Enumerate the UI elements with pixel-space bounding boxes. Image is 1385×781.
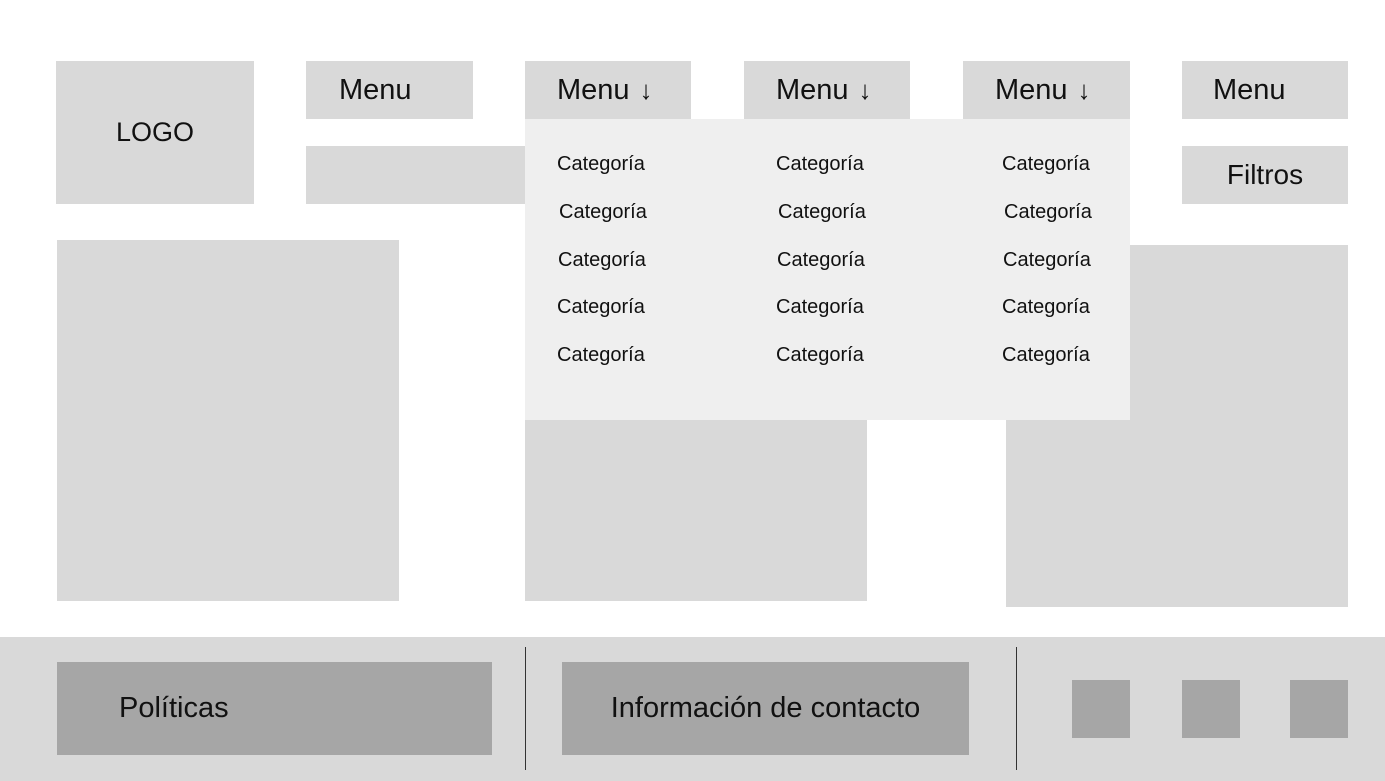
dropdown-category[interactable]: Categoría <box>558 249 646 272</box>
social-icon-2[interactable] <box>1182 680 1240 738</box>
menu-item-label: Menu <box>339 73 412 106</box>
menu-item-label: Menu <box>776 73 849 106</box>
content-image-center <box>525 410 867 601</box>
dropdown-category[interactable]: Categoría <box>1002 296 1090 319</box>
contact-info-link[interactable]: Información de contacto <box>562 662 969 755</box>
footer-divider <box>525 647 526 770</box>
footer: Políticas Información de contacto <box>0 637 1385 781</box>
menu-item-2-dropdown[interactable]: Menu ↓ <box>525 61 691 119</box>
footer-divider <box>1016 647 1017 770</box>
filters-label: Filtros <box>1226 159 1304 190</box>
social-icon-3[interactable] <box>1290 680 1348 738</box>
dropdown-category[interactable]: Categoría <box>776 344 864 367</box>
social-icon-1[interactable] <box>1072 680 1130 738</box>
dropdown-category[interactable]: Categoría <box>557 296 645 319</box>
contact-label: Información de contacto <box>610 692 921 724</box>
dropdown-category[interactable]: Categoría <box>1002 153 1090 176</box>
arrow-down-icon: ↓ <box>639 74 653 105</box>
arrow-down-icon: ↓ <box>858 74 872 105</box>
filters-button[interactable]: Filtros <box>1182 146 1348 204</box>
dropdown-category[interactable]: Categoría <box>1002 344 1090 367</box>
dropdown-category[interactable]: Categoría <box>776 153 864 176</box>
dropdown-category[interactable]: Categoría <box>776 296 864 319</box>
search-bar[interactable] <box>306 146 526 204</box>
content-image-left <box>57 240 399 601</box>
dropdown-category[interactable]: Categoría <box>1004 201 1092 224</box>
dropdown-category[interactable]: Categoría <box>777 249 865 272</box>
dropdown-panel: Categoría Categoría Categoría Categoría … <box>525 119 1130 420</box>
menu-item-1[interactable]: Menu <box>306 61 473 119</box>
menu-item-label: Menu <box>1213 73 1286 106</box>
dropdown-category[interactable]: Categoría <box>778 201 866 224</box>
menu-item-3-dropdown[interactable]: Menu ↓ <box>744 61 910 119</box>
menu-item-label: Menu <box>995 73 1068 106</box>
logo-text: LOGO <box>115 117 195 147</box>
dropdown-category[interactable]: Categoría <box>557 153 645 176</box>
menu-item-label: Menu <box>557 73 630 106</box>
policies-link[interactable]: Políticas <box>57 662 492 755</box>
dropdown-category[interactable]: Categoría <box>1003 249 1091 272</box>
dropdown-category[interactable]: Categoría <box>557 344 645 367</box>
menu-item-5[interactable]: Menu <box>1182 61 1348 119</box>
menu-item-4-dropdown[interactable]: Menu ↓ <box>963 61 1130 119</box>
logo[interactable]: LOGO <box>56 61 254 204</box>
policies-label: Políticas <box>119 692 229 724</box>
dropdown-category[interactable]: Categoría <box>559 201 647 224</box>
arrow-down-icon: ↓ <box>1077 74 1091 105</box>
